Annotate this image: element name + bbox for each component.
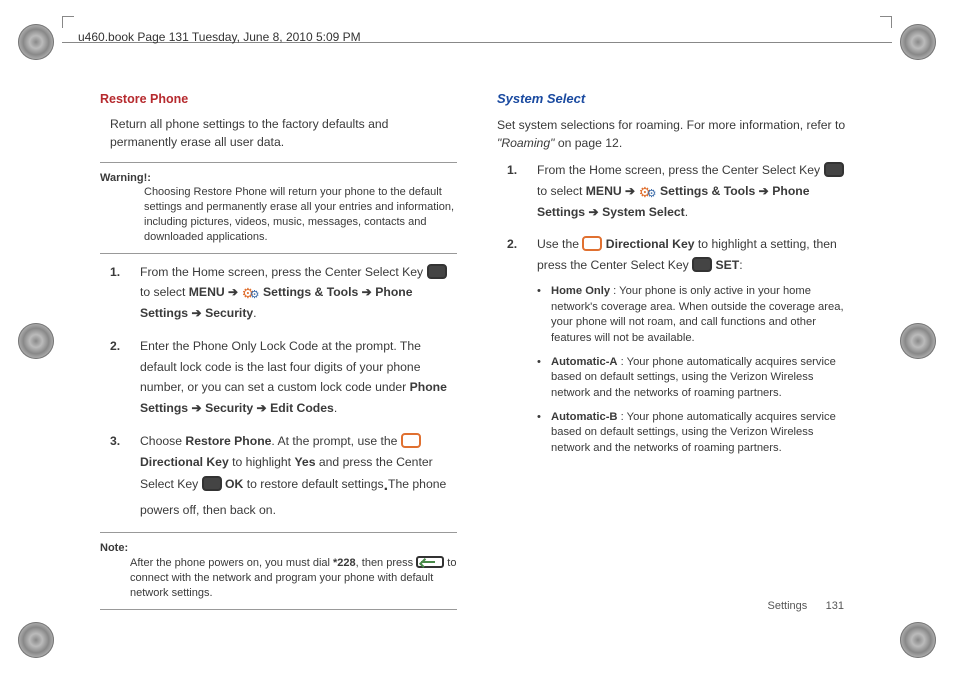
menu-label: MENU [189,285,225,299]
security-label: Security [205,401,253,415]
text: Use the [537,237,582,251]
corner-ornament-icon [900,24,936,60]
option-title: Automatic-A [551,356,618,368]
settings-gear-icon [242,284,260,299]
system-select-label: System Select [602,205,685,219]
settings-tools-label: Settings & Tools [260,285,359,299]
side-ornament-icon [18,323,54,359]
step-number: 3. [110,431,120,452]
text: . [253,306,256,320]
text: to highlight [229,455,295,469]
step-1: 1. From the Home screen, press the Cente… [110,262,457,324]
corner-ornament-icon [900,622,936,658]
directional-key-label: Directional Key [140,455,229,469]
warning-label: Warning!: [100,172,151,184]
note-text: After the phone powers on, you must dial… [130,556,457,601]
intro-text: Set system selections for roaming. For m… [497,117,854,152]
text: to restore default settings [243,477,383,491]
settings-tools-label: Settings & Tools [657,184,756,198]
arrow-icon: ➔ [755,184,772,198]
text: From the Home screen, press the Center S… [537,163,824,177]
heading-system-select: System Select [497,90,854,109]
footer-section: Settings [768,600,808,612]
yes-label: Yes [294,455,315,469]
step-number: 1. [110,262,120,283]
menu-label: MENU [586,184,622,198]
restore-steps: 1. From the Home screen, press the Cente… [110,262,457,521]
text: to select [140,285,189,299]
intro-text: Return all phone settings to the factory… [110,116,457,151]
left-column: Restore Phone Return all phone settings … [100,90,457,622]
arrow-icon: ➔ [622,184,639,198]
divider [100,532,457,533]
note-block: Note: After the phone powers on, you mus… [100,541,457,600]
crop-mark-icon [62,16,74,28]
restore-phone-label: Restore Phone [185,434,271,448]
side-ornament-icon [900,323,936,359]
text: . [685,205,688,219]
note-label: Note: [100,542,128,554]
roaming-ref: "Roaming" [497,136,558,150]
divider [100,162,457,163]
step-1: 1. From the Home screen, press the Cente… [507,160,854,222]
edit-codes-label: Edit Codes [270,401,334,415]
ok-label: OK [222,477,244,491]
text: From the Home screen, press the Center S… [140,265,427,279]
center-select-key-icon [202,476,222,491]
option-home-only: Home Only : Your phone is only active in… [537,284,854,347]
heading-restore-phone: Restore Phone [100,90,457,108]
step-number: 2. [110,336,120,357]
option-title: Home Only [551,285,610,297]
arrow-icon: ➔ [253,401,270,415]
right-column: System Select Set system selections for … [497,90,854,622]
option-title: Automatic-B [551,411,618,423]
text: After the phone powers on, you must dial [130,557,333,569]
option-automatic-b: Automatic-B : Your phone automatically a… [537,410,854,457]
arrow-icon: ➔ [188,401,205,415]
directional-key-icon [401,433,421,448]
send-key-icon [416,556,444,568]
security-label: Security [205,306,253,320]
divider [100,609,457,610]
warning-block: Warning!: Choosing Restore Phone will re… [100,171,457,245]
center-select-key-icon [824,162,844,177]
warning-text: Choosing Restore Phone will return your … [144,185,457,244]
step-number: 1. [507,160,517,181]
text: on page 12. [558,136,622,150]
text: Enter the Phone Only Lock Code at the pr… [140,339,421,394]
page-content: Restore Phone Return all phone settings … [100,90,854,622]
directional-key-icon [582,236,602,251]
system-select-steps: 1. From the Home screen, press the Cente… [507,160,854,456]
step-2: 2. Enter the Phone Only Lock Code at the… [110,336,457,419]
step-number: 2. [507,234,517,255]
center-select-key-icon [427,264,447,279]
text: Set system selections for roaming. For m… [497,118,845,132]
footer-page-number: 131 [826,600,844,612]
center-select-key-icon [692,257,712,272]
arrow-icon: ➔ [358,285,375,299]
page-footer: Settings 131 [768,600,844,612]
set-label: SET [712,258,739,272]
text: . At the prompt, use the [271,434,400,448]
arrow-icon: ➔ [225,285,242,299]
text: , then press [356,557,417,569]
star-code: *228 [333,557,356,569]
option-automatic-a: Automatic-A : Your phone automatically a… [537,355,854,402]
crop-mark-icon [880,16,892,28]
book-header: u460.book Page 131 Tuesday, June 8, 2010… [78,30,361,44]
text: Choose [140,434,185,448]
step-3: 3. Choose Restore Phone. At the prompt, … [110,431,457,520]
step-2: 2. Use the Directional Key to highlight … [507,234,854,456]
text: : [739,258,742,272]
text: to select [537,184,586,198]
settings-gear-icon [639,183,657,198]
arrow-icon: ➔ [585,205,602,219]
corner-ornament-icon [18,24,54,60]
options-list: Home Only : Your phone is only active in… [537,284,854,457]
directional-key-label: Directional Key [602,237,694,251]
corner-ornament-icon [18,622,54,658]
text: . [334,401,337,415]
arrow-icon: ➔ [188,306,205,320]
divider [100,253,457,254]
